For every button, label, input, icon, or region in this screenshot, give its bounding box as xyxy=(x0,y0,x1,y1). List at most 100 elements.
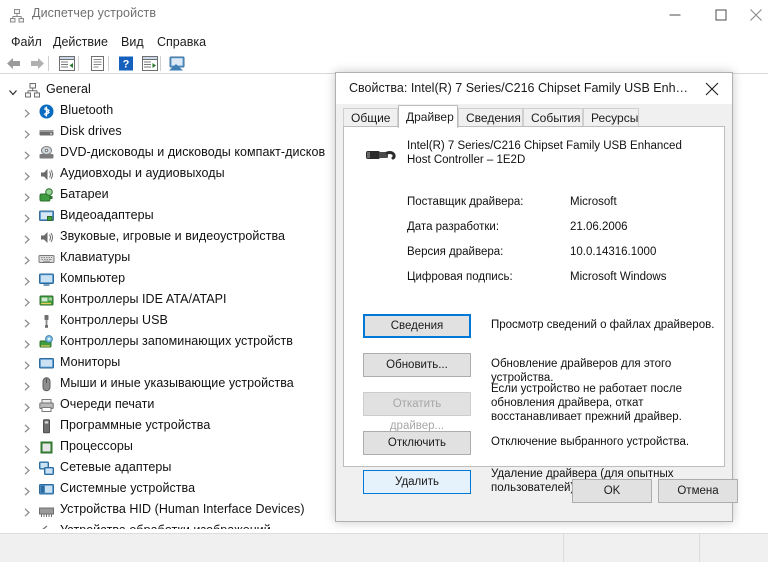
driver-version-label: Версия драйвера: xyxy=(407,246,504,258)
svg-text:?: ? xyxy=(123,59,130,71)
tree-item-label: Disk drives xyxy=(60,124,122,138)
display-adapter-icon xyxy=(38,208,55,225)
tree-item-label: Батареи xyxy=(60,187,109,201)
cancel-button[interactable]: Отмена xyxy=(658,479,738,503)
rollback-driver-description: Если устройство не работает после обновл… xyxy=(491,383,683,423)
device-name: Intel(R) 7 Series/C216 Chipset Family US… xyxy=(407,140,682,166)
chevron-right-icon[interactable] xyxy=(22,421,32,433)
tree-item-label: Программные устройства xyxy=(60,418,211,432)
chevron-right-icon[interactable] xyxy=(22,526,32,529)
tab-driver[interactable]: Драйвер xyxy=(398,105,458,128)
tree-item-imaging-devices[interactable]: Устройства обработки изображений xyxy=(0,521,520,529)
tab-general[interactable]: Общие xyxy=(343,108,398,127)
maximize-button[interactable] xyxy=(698,0,744,30)
status-cell xyxy=(699,534,768,562)
dvd-drive-icon xyxy=(38,145,55,162)
menu-view[interactable]: Вид xyxy=(116,33,149,51)
sound-device-icon xyxy=(38,229,55,246)
device-manager-window: Диспетчер устройств Файл Действие Вид Сп… xyxy=(0,0,768,562)
window-title: Диспетчер устройств xyxy=(32,6,157,20)
close-dialog-button[interactable] xyxy=(692,73,732,104)
tree-item-label: Компьютер xyxy=(60,271,126,285)
chevron-right-icon[interactable] xyxy=(22,127,32,139)
tree-item-label: Контроллеры IDE ATA/ATAPI xyxy=(60,292,227,306)
close-window-button[interactable] xyxy=(744,0,768,30)
uninstall-driver-button[interactable]: Удалить xyxy=(363,470,471,494)
rollback-driver-button: Откатить драйвер... xyxy=(363,392,471,432)
tab-details[interactable]: Сведения xyxy=(458,108,523,127)
tree-item-label: Очереди печати xyxy=(60,397,155,411)
dialog-tabstrip: Общие Драйвер Сведения События Ресурсы xyxy=(336,104,732,128)
dialog-titlebar: Свойства: Intel(R) 7 Series/C216 Chipset… xyxy=(336,73,732,104)
usb-connector-icon xyxy=(362,141,398,169)
tree-item-label: Видеоадаптеры xyxy=(60,208,154,222)
driver-details-description: Просмотр сведений о файлах драйверов. xyxy=(491,319,715,331)
tree-item-label: Процессоры xyxy=(60,439,133,453)
tree-item-label: Bluetooth xyxy=(60,103,114,117)
tree-item-label: Звуковые, игровые и видеоустройства xyxy=(60,229,286,243)
driver-provider-label: Поставщик драйвера: xyxy=(407,196,524,208)
tab-resources[interactable]: Ресурсы xyxy=(583,108,639,127)
driver-details-button[interactable]: Сведения xyxy=(363,314,471,338)
chevron-right-icon[interactable] xyxy=(22,379,32,391)
tree-item-label: Контроллеры USB xyxy=(60,313,168,327)
status-bar xyxy=(0,533,768,562)
menu-help[interactable]: Справка xyxy=(152,33,211,51)
ok-button[interactable]: OK xyxy=(572,479,652,503)
system-device-icon xyxy=(38,481,55,498)
chevron-right-icon[interactable] xyxy=(22,211,32,223)
tree-item-label: Устройства HID (Human Interface Devices) xyxy=(60,502,305,516)
toolbar-separator xyxy=(160,56,161,71)
driver-date-label: Дата разработки: xyxy=(407,221,500,233)
chevron-right-icon[interactable] xyxy=(22,442,32,454)
battery-icon xyxy=(38,187,55,204)
menu-file[interactable]: Файл xyxy=(6,33,47,51)
network-adapter-icon xyxy=(38,460,55,477)
chevron-right-icon[interactable] xyxy=(22,337,32,349)
digital-signer-value: Microsoft Windows xyxy=(570,271,667,283)
tab-events[interactable]: События xyxy=(523,108,583,127)
toolbar-separator xyxy=(78,56,79,71)
menu-action[interactable]: Действие xyxy=(48,33,113,51)
properties-icon[interactable] xyxy=(57,55,77,72)
chevron-down-icon[interactable] xyxy=(8,85,18,96)
chevron-right-icon[interactable] xyxy=(22,106,32,118)
chevron-right-icon[interactable] xyxy=(22,232,32,244)
chevron-right-icon[interactable] xyxy=(22,148,32,160)
device-properties-dialog: Свойства: Intel(R) 7 Series/C216 Chipset… xyxy=(335,72,738,522)
chevron-right-icon[interactable] xyxy=(22,295,32,307)
hid-device-icon xyxy=(38,502,55,519)
chevron-right-icon[interactable] xyxy=(22,484,32,496)
chevron-right-icon[interactable] xyxy=(22,274,32,286)
chevron-right-icon[interactable] xyxy=(22,505,32,517)
keyboard-icon xyxy=(38,250,55,267)
update-driver-icon[interactable] xyxy=(167,55,187,72)
disable-device-description: Отключение выбранного устройства. xyxy=(491,436,690,448)
toolbar: ? xyxy=(0,54,768,74)
driver-version-value: 10.0.14316.1000 xyxy=(570,246,657,258)
chevron-right-icon[interactable] xyxy=(22,358,32,370)
processor-icon xyxy=(38,439,55,456)
update-driver-description: Обновление драйверов для этого устройств… xyxy=(491,358,672,384)
chevron-right-icon[interactable] xyxy=(22,190,32,202)
status-cell xyxy=(563,534,700,562)
driver-date-value: 21.06.2006 xyxy=(570,221,628,233)
chevron-right-icon[interactable] xyxy=(22,253,32,265)
disable-device-button[interactable]: Отключить xyxy=(363,431,471,455)
tree-item-label: Аудиовходы и аудиовыходы xyxy=(60,166,225,180)
device-manager-icon xyxy=(9,8,25,24)
chevron-right-icon[interactable] xyxy=(22,400,32,412)
scan-hardware-icon[interactable] xyxy=(140,55,160,72)
forward-arrow-icon[interactable] xyxy=(27,55,47,72)
chevron-right-icon[interactable] xyxy=(22,169,32,181)
back-arrow-icon[interactable] xyxy=(4,55,24,72)
chevron-right-icon[interactable] xyxy=(22,463,32,475)
ide-controller-icon xyxy=(38,292,55,309)
printer-icon xyxy=(38,397,55,414)
update-driver-button[interactable]: Обновить... xyxy=(363,353,471,377)
details-icon[interactable] xyxy=(87,55,107,72)
minimize-button[interactable] xyxy=(652,0,698,30)
tree-item-label: Сетевые адаптеры xyxy=(60,460,172,474)
chevron-right-icon[interactable] xyxy=(22,316,32,328)
help-icon[interactable]: ? xyxy=(117,55,137,72)
